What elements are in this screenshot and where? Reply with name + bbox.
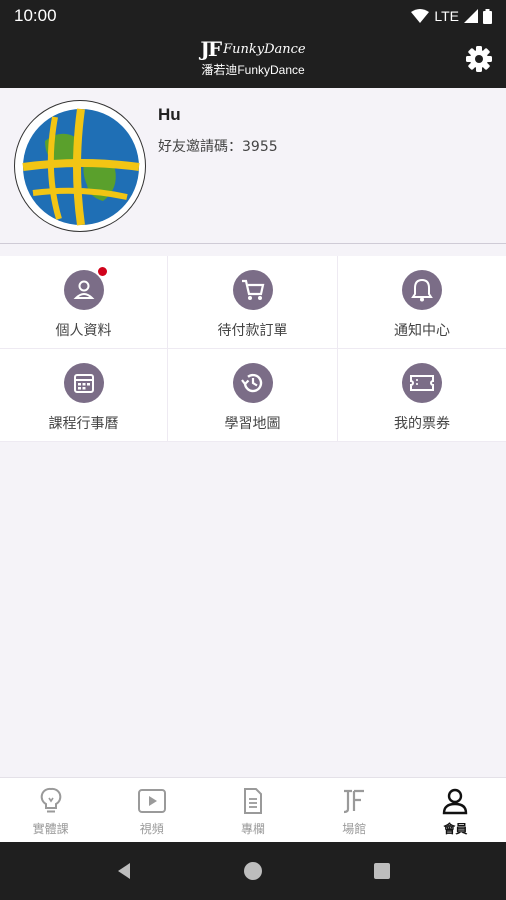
gear-icon bbox=[466, 46, 492, 72]
menu-pending-orders[interactable]: 待付款訂單 bbox=[168, 256, 338, 349]
bottom-navigation: 實體課 視頻 專欄 場館 會員 bbox=[0, 777, 506, 842]
wifi-icon bbox=[411, 9, 430, 23]
brand-mark: JF bbox=[200, 37, 222, 61]
menu-profile[interactable]: 個人資料 bbox=[0, 256, 168, 349]
lightbulb-icon bbox=[40, 787, 61, 813]
nav-label: 場館 bbox=[342, 822, 367, 836]
nav-label: 會員 bbox=[443, 822, 468, 836]
status-time: 10:00 bbox=[14, 6, 57, 25]
ticket-icon bbox=[410, 375, 434, 391]
recents-button[interactable] bbox=[362, 851, 402, 891]
back-button[interactable] bbox=[104, 851, 144, 891]
nav-video[interactable]: 視頻 bbox=[101, 778, 202, 842]
venue-logo-icon bbox=[344, 789, 365, 814]
menu-label: 個人資料 bbox=[55, 323, 112, 339]
network-type: LTE bbox=[434, 8, 459, 24]
video-icon bbox=[137, 789, 166, 813]
menu-label: 待付款訂單 bbox=[217, 323, 288, 339]
battery-icon bbox=[483, 8, 492, 24]
invite-code: 好友邀請碼：3955 bbox=[158, 139, 278, 155]
menu-learning-map[interactable]: 學習地圖 bbox=[168, 349, 338, 442]
nav-label: 實體課 bbox=[32, 822, 69, 836]
cart-icon bbox=[241, 279, 264, 300]
username: Hu bbox=[158, 105, 181, 124]
calendar-icon bbox=[73, 374, 94, 393]
home-button[interactable] bbox=[233, 851, 273, 891]
nav-label: 視頻 bbox=[139, 822, 164, 836]
status-icons: LTE bbox=[411, 8, 492, 24]
nav-label: 專欄 bbox=[241, 822, 266, 836]
app-bar: JF FunkyDance 潘若迪FunkyDance bbox=[0, 32, 506, 88]
signal-icon bbox=[464, 9, 478, 23]
brand-logo: JF FunkyDance 潘若迪FunkyDance bbox=[0, 37, 506, 78]
system-navigation bbox=[0, 842, 506, 900]
brand-script: FunkyDance bbox=[223, 41, 306, 57]
bell-icon bbox=[411, 278, 433, 302]
recents-square-icon bbox=[373, 863, 390, 879]
status-bar: 10:00 LTE bbox=[0, 0, 506, 32]
menu-notifications[interactable]: 通知中心 bbox=[338, 256, 506, 349]
menu-label: 學習地圖 bbox=[224, 416, 281, 432]
nav-member[interactable]: 會員 bbox=[405, 778, 506, 842]
nav-column[interactable]: 專欄 bbox=[202, 778, 303, 842]
menu-label: 我的票券 bbox=[394, 416, 450, 432]
brand-subtitle: 潘若迪FunkyDance bbox=[201, 63, 305, 77]
menu-calendar[interactable]: 課程行事曆 bbox=[0, 349, 168, 442]
member-icon bbox=[443, 788, 468, 815]
nav-venue[interactable]: 場館 bbox=[304, 778, 405, 842]
document-icon bbox=[244, 788, 262, 814]
member-menu-grid: 個人資料 待付款訂單 通知中心 課程行事曆 學習地圖 我的票券 bbox=[0, 256, 506, 442]
globe-icon bbox=[22, 108, 140, 226]
nav-live-class[interactable]: 實體課 bbox=[0, 778, 101, 842]
menu-label: 通知中心 bbox=[394, 323, 450, 339]
profile-header: Hu 好友邀請碼：3955 bbox=[0, 88, 506, 244]
profile-icon bbox=[73, 280, 94, 299]
settings-button[interactable] bbox=[464, 44, 494, 74]
menu-label: 課程行事曆 bbox=[48, 416, 119, 432]
back-triangle-icon bbox=[118, 863, 131, 879]
home-circle-icon bbox=[243, 862, 262, 880]
menu-tickets[interactable]: 我的票券 bbox=[338, 349, 506, 442]
notification-badge bbox=[97, 267, 107, 276]
avatar[interactable] bbox=[14, 100, 146, 232]
history-icon bbox=[240, 373, 262, 393]
